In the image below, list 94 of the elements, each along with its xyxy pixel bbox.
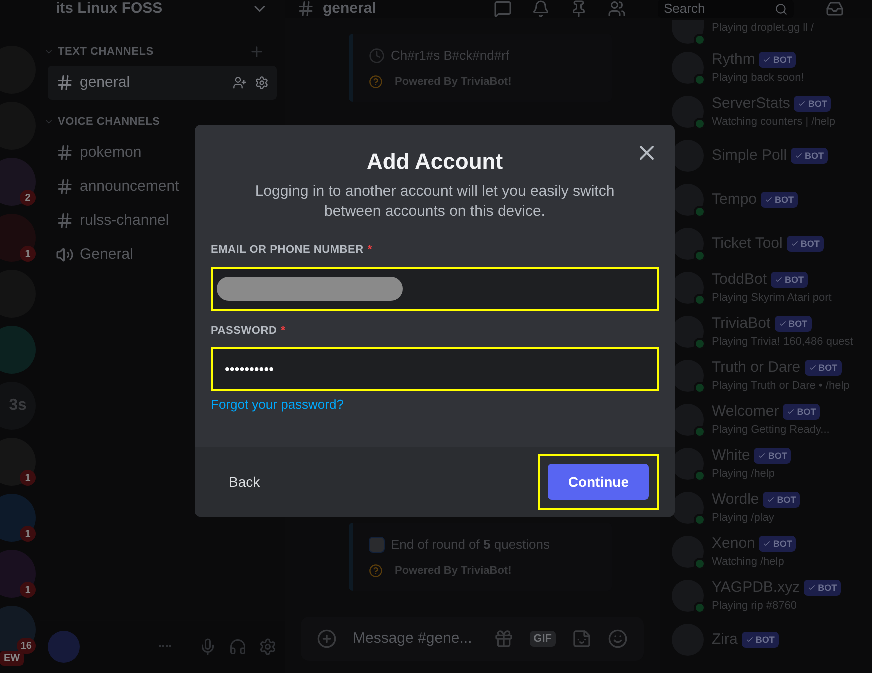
pin-icon[interactable] <box>570 0 588 18</box>
bell-icon[interactable] <box>532 0 550 18</box>
member-avatar <box>672 580 704 612</box>
check-icon <box>798 100 806 108</box>
unread-badge: 1 <box>20 470 36 486</box>
message-placeholder: Message #gene... <box>353 628 474 649</box>
trivia-bot-icon <box>369 564 383 578</box>
server-avatar[interactable] <box>0 214 36 262</box>
dialog-title: Add Account <box>366 148 504 176</box>
bot-tag: BOT <box>794 96 832 112</box>
user-avatar[interactable] <box>48 631 80 663</box>
gif-button[interactable]: GIF <box>530 630 556 648</box>
speaker-icon <box>56 246 74 264</box>
check-icon <box>795 152 804 160</box>
check-icon <box>790 240 799 248</box>
bot-tag: BOT <box>754 448 792 464</box>
check-icon <box>778 320 787 328</box>
forgot-password-link[interactable]: Forgot your password? <box>211 395 344 414</box>
member-avatar <box>672 96 704 128</box>
server-avatar[interactable] <box>0 494 36 542</box>
server-avatar[interactable] <box>0 550 36 598</box>
clock-icon <box>369 48 385 64</box>
member-avatar <box>672 140 704 172</box>
hash-icon <box>56 178 74 196</box>
bot-tag: BOT <box>771 272 808 288</box>
check-icon <box>775 276 784 284</box>
emoji-icon[interactable] <box>608 629 628 649</box>
threads-icon[interactable] <box>494 0 512 18</box>
member-avatar <box>672 20 704 44</box>
new-badge: EW <box>0 651 24 666</box>
password-field[interactable]: •••••••••• <box>211 347 659 391</box>
trivia-bot-icon <box>369 74 383 89</box>
more-icon[interactable] <box>159 645 171 649</box>
hash-icon <box>56 144 74 162</box>
check-icon <box>765 196 774 204</box>
field-label: PASSWORD <box>211 324 278 338</box>
bot-tag: BOT <box>763 492 800 508</box>
bot-tag: BOT <box>759 536 796 552</box>
check-icon <box>763 540 772 548</box>
inbox-icon[interactable] <box>826 0 844 18</box>
section-title[interactable]: TEXT CHANNELS <box>58 44 154 60</box>
channel-item[interactable]: pokemon <box>48 136 277 170</box>
add-icon[interactable] <box>317 629 337 649</box>
member-avatar <box>672 536 704 568</box>
check-icon <box>808 584 816 592</box>
continue-button[interactable]: Continue <box>548 464 649 500</box>
bot-tag: BOT <box>783 404 820 420</box>
add-channel-icon[interactable] <box>249 44 265 60</box>
check-icon <box>763 56 772 64</box>
member-avatar <box>672 52 704 84</box>
email-field[interactable] <box>211 266 659 310</box>
search-field[interactable]: Search <box>658 0 794 18</box>
channel-title: general <box>323 0 376 19</box>
hash-icon <box>297 0 315 18</box>
hash-icon <box>56 74 74 92</box>
required-mark: * <box>368 243 372 258</box>
check-icon <box>758 452 766 460</box>
stop-icon <box>369 536 385 553</box>
headphones-icon[interactable] <box>229 638 247 656</box>
sticker-icon[interactable] <box>572 629 592 649</box>
bot-tag: BOT <box>786 236 824 252</box>
message-composer[interactable]: Message #gene... GIF <box>301 617 644 661</box>
search-icon <box>775 2 788 16</box>
channel-item[interactable]: general <box>48 66 277 100</box>
password-value[interactable]: •••••••••• <box>217 359 653 379</box>
bot-tag: BOT <box>742 632 779 648</box>
gift-icon[interactable] <box>494 629 514 649</box>
unread-badge: 1 <box>20 246 36 262</box>
bot-tag: BOT <box>759 52 796 68</box>
check-icon <box>808 364 817 372</box>
server-avatar[interactable] <box>0 326 36 374</box>
check-icon <box>767 496 776 504</box>
settings-icon[interactable] <box>255 76 269 90</box>
hash-icon <box>56 212 74 230</box>
check-icon <box>746 636 754 644</box>
unread-badge: 1 <box>20 526 36 542</box>
microphone-icon[interactable] <box>199 638 217 656</box>
server-name[interactable]: its Linux FOSS <box>56 0 163 20</box>
bot-tag: BOT <box>791 148 828 164</box>
bot-tag: BOT <box>761 192 798 208</box>
bot-tag: BOT <box>804 360 842 376</box>
required-mark: * <box>281 324 286 338</box>
unread-badge: 1 <box>20 582 36 598</box>
members-icon[interactable] <box>608 0 626 18</box>
server-avatar[interactable] <box>0 438 36 486</box>
unread-badge: 2 <box>20 190 36 206</box>
section-title[interactable]: VOICE CHANNELS <box>58 114 160 130</box>
invite-icon[interactable] <box>233 76 247 90</box>
field-label: EMAIL OR PHONE NUMBER <box>211 243 364 258</box>
bot-tag: BOT <box>774 316 812 332</box>
bot-tag: BOT <box>804 580 842 596</box>
server-avatar[interactable] <box>0 158 36 206</box>
check-icon <box>787 408 796 416</box>
back-button[interactable]: Back <box>221 464 268 500</box>
